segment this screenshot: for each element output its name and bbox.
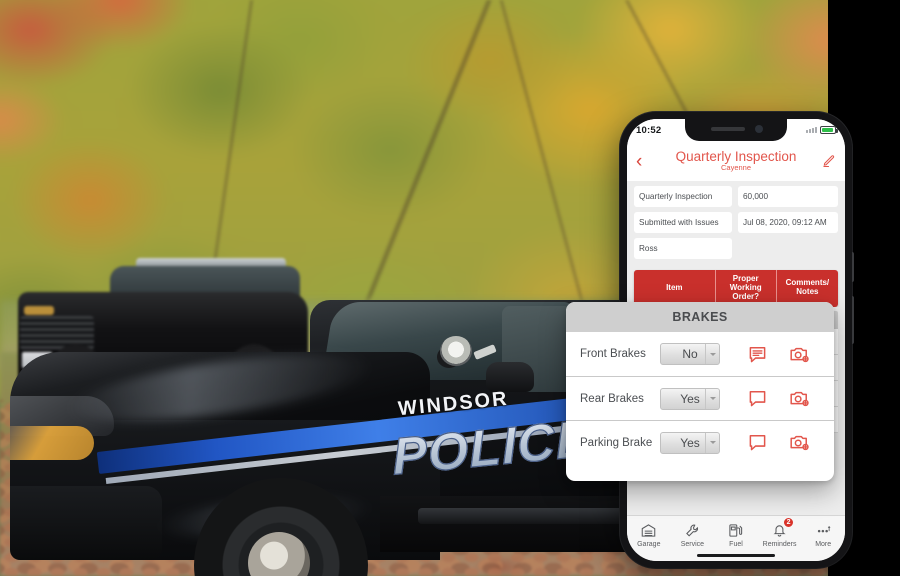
bell-icon: 2 [772, 517, 795, 539]
camera-add-icon[interactable] [778, 433, 820, 452]
nav-title-block: Quarterly Inspection Cayenne [654, 149, 818, 172]
chevron-left-icon[interactable]: ‹ [636, 152, 654, 171]
status-indicators [806, 126, 838, 134]
brakes-callout-card: BRAKES Front Brakes No Rear Brakes Yes P… [566, 302, 834, 481]
status-time: 10:52 [636, 124, 662, 136]
running-board [418, 508, 640, 524]
form-row: Ross [634, 238, 838, 259]
app-nav-bar: ‹ Quarterly Inspection Cayenne [627, 141, 845, 181]
brakes-item-name: Front Brakes [580, 348, 646, 360]
tab-label: More [815, 541, 832, 548]
headlight [10, 426, 94, 460]
brakes-working-order-select[interactable]: Yes [660, 431, 720, 454]
brakes-item-name: Parking Brake [580, 436, 653, 449]
tab-label: Garage [637, 541, 661, 548]
wrench-icon [685, 521, 700, 539]
comment-filled-icon[interactable] [736, 345, 778, 364]
foreground-police-suv: WINDSOR POLICE [10, 300, 652, 576]
fuel-pump-icon [728, 521, 743, 539]
brakes-row-front: Front Brakes No [566, 332, 834, 376]
brakes-row-rear: Rear Brakes Yes [566, 376, 834, 420]
camera-add-icon[interactable] [778, 389, 820, 408]
tab-label: Reminders [762, 541, 797, 548]
form-row: Submitted with Issues Jul 08, 2020, 09:1… [634, 212, 838, 233]
tab-more[interactable]: More [801, 521, 845, 548]
brakes-item-name: Rear Brakes [580, 392, 644, 405]
form-field-status[interactable]: Submitted with Issues [634, 212, 732, 233]
inspection-form: Quarterly Inspection 60,000 Submitted wi… [627, 181, 845, 270]
form-field-type[interactable]: Quarterly Inspection [634, 186, 732, 207]
screenshot-stage: WINDSOR POLICE 10:52 ‹ Quarterly Inspect… [0, 0, 900, 576]
brakes-working-order-select[interactable]: No [660, 343, 720, 365]
tab-service[interactable]: Service [671, 521, 715, 548]
camera-add-icon[interactable] [778, 345, 820, 364]
page-subtitle: Cayenne [720, 163, 752, 173]
earpiece-speaker [711, 127, 745, 131]
form-field-odometer[interactable]: 60,000 [738, 186, 838, 207]
pillar-spotlight [440, 336, 472, 366]
garage-icon [641, 521, 656, 539]
form-row: Quarterly Inspection 60,000 [634, 186, 838, 207]
tab-label: Fuel [729, 541, 743, 548]
tab-reminders[interactable]: 2 Reminders [758, 517, 802, 548]
comment-empty-icon[interactable] [736, 433, 778, 452]
home-indicator [697, 554, 775, 557]
signal-icon [806, 127, 817, 133]
rocker-panel [380, 496, 640, 552]
front-bumper [10, 486, 162, 560]
reminders-badge: 2 [783, 517, 795, 528]
brakes-card-title: BRAKES [566, 302, 834, 332]
tab-garage[interactable]: Garage [627, 521, 671, 548]
front-camera [755, 125, 763, 133]
tab-label: Service [680, 541, 705, 548]
more-icon [815, 521, 832, 539]
form-field-datetime[interactable]: Jul 08, 2020, 09:12 AM [738, 212, 838, 233]
brakes-working-order-select[interactable]: Yes [660, 387, 720, 410]
pencil-icon[interactable] [818, 154, 836, 168]
side-mirror [486, 362, 534, 392]
brakes-row-parking: Parking Brake Yes [566, 420, 834, 464]
comment-empty-icon[interactable] [736, 389, 778, 408]
page-title: Quarterly Inspection [675, 148, 797, 164]
form-field-inspector[interactable]: Ross [634, 238, 732, 259]
phone-notch [685, 119, 787, 141]
tab-fuel[interactable]: Fuel [714, 521, 758, 548]
battery-icon [820, 126, 838, 134]
